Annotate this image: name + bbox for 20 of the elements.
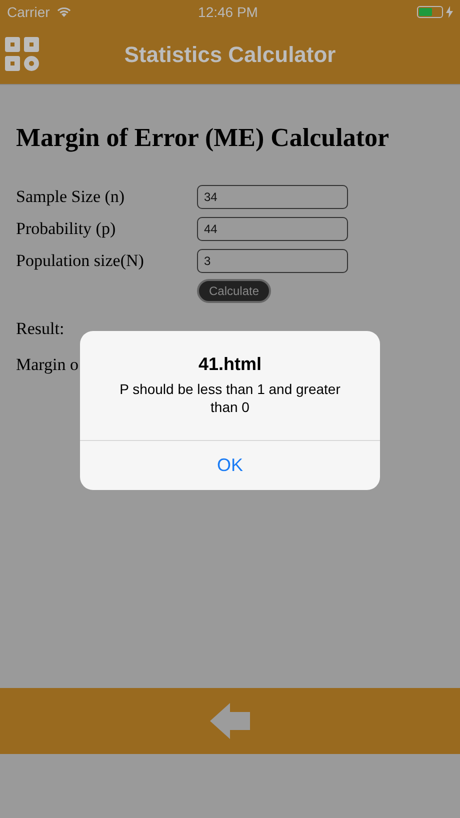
ok-button[interactable]: OK <box>80 440 380 490</box>
carrier-label: Carrier <box>7 2 50 22</box>
calculate-button[interactable]: Calculate <box>197 279 272 303</box>
alert-title: 41.html <box>198 353 262 376</box>
battery-icon <box>417 6 443 18</box>
field-label: Population size(N) <box>16 250 145 272</box>
clock-time: 12:46 PM <box>197 2 259 22</box>
alert-message: P should be less than 1 and greater than 0 <box>118 380 342 416</box>
field-label: Sample Size (n) <box>16 186 126 208</box>
menu-icon[interactable] <box>5 37 39 71</box>
input-field[interactable]: 3 <box>197 249 348 273</box>
back-arrow-icon[interactable] <box>210 703 250 739</box>
result-label: Result: <box>16 318 64 340</box>
page-heading: Margin of Error (ME) Calculator <box>16 123 390 153</box>
wifi-icon <box>56 6 72 18</box>
field-label: Probability (p) <box>16 218 117 240</box>
app-title: Statistics Calculator <box>124 40 336 68</box>
input-field[interactable]: 34 <box>197 185 348 209</box>
margin-label: Margin o <box>16 354 78 376</box>
input-field[interactable]: 44 <box>197 217 348 241</box>
